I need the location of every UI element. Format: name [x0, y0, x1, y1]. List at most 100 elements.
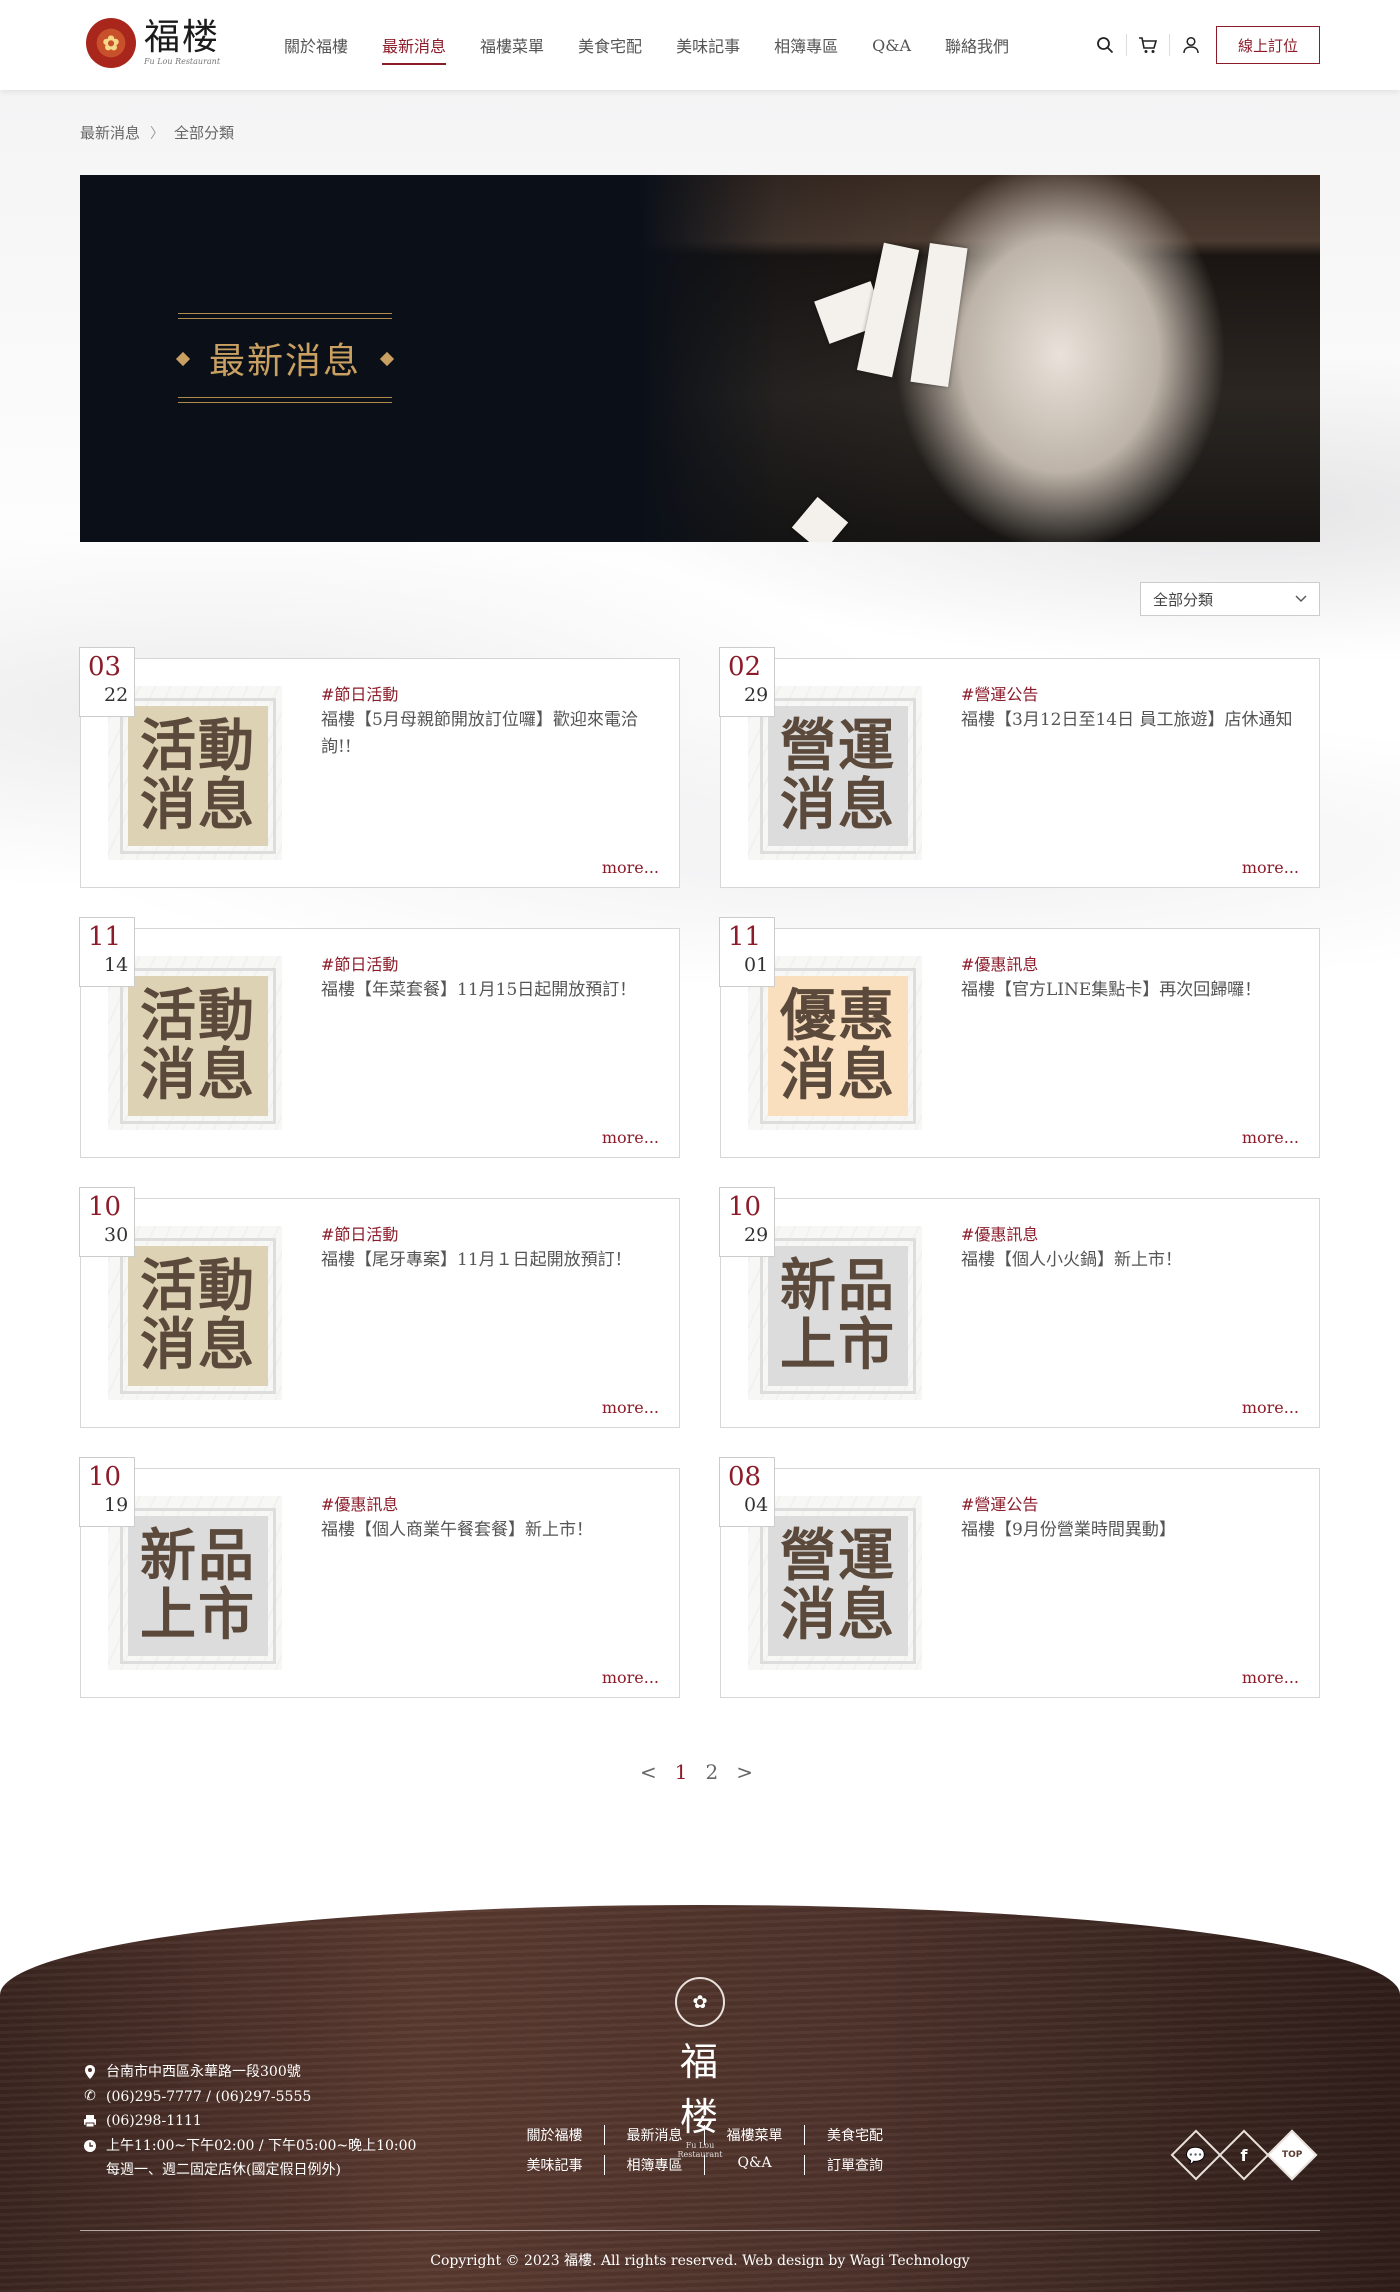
news-title[interactable]: 福樓【年菜套餐】11月15日起開放預訂！ — [321, 977, 661, 1004]
footer-link-stories[interactable]: 美味記事 — [505, 2155, 606, 2175]
footer-seal-icon: ✿ — [675, 1977, 725, 2027]
nav-item-delivery[interactable]: 美食宅配 — [578, 27, 642, 63]
news-day: 22 — [104, 684, 129, 706]
nav-item-contact[interactable]: 聯絡我們 — [945, 27, 1009, 63]
footer-link-orders[interactable]: 訂單查詢 — [805, 2155, 905, 2175]
banner-photo — [640, 175, 1320, 542]
news-date: 10 19 — [79, 1457, 135, 1527]
news-card[interactable]: 08 04 營運 消息 #營運公告 福樓【9月份營業時間異動】 more... — [719, 1457, 1320, 1698]
nav-item-menu[interactable]: 福樓菜單 — [480, 27, 544, 63]
footer-link-qa[interactable]: Q&A — [705, 2155, 806, 2175]
news-card[interactable]: 03 22 活動 消息 #節日活動 福樓【5月母親節開放訂位囉】歡迎來電洽詢!!… — [79, 647, 680, 888]
more-link[interactable]: more... — [1242, 858, 1299, 877]
more-link[interactable]: more... — [602, 858, 659, 877]
header-tools — [1090, 30, 1206, 60]
news-title[interactable]: 福樓【5月母親節開放訂位囉】歡迎來電洽詢!! — [321, 707, 661, 761]
news-title[interactable]: 福樓【3月12日至14日 員工旅遊】店休通知 — [961, 707, 1301, 734]
line-button[interactable]: 💬 — [1170, 2129, 1222, 2181]
more-link[interactable]: more... — [1242, 1668, 1299, 1687]
banner-title-frame: 最新消息 — [175, 313, 395, 403]
pagination-prev[interactable]: < — [640, 1760, 657, 1784]
order-ticket — [791, 496, 849, 542]
cart-icon[interactable] — [1133, 30, 1163, 60]
news-category[interactable]: #優惠訊息 — [321, 1491, 398, 1515]
footer-link-about[interactable]: 關於福樓 — [505, 2125, 606, 2145]
category-select[interactable]: 全部分類 — [1140, 582, 1320, 616]
thumbnail-frame: 活動 消息 — [120, 968, 276, 1124]
thumbnail-label: 活動 消息 — [128, 1246, 268, 1386]
footer-link-news[interactable]: 最新消息 — [605, 2125, 706, 2145]
diamond-ornament-icon — [175, 351, 191, 367]
thumbnail-frame: 活動 消息 — [120, 1238, 276, 1394]
news-day: 30 — [104, 1224, 129, 1246]
user-icon[interactable] — [1176, 30, 1206, 60]
thumbnail-line-1: 活動 — [140, 1253, 256, 1320]
more-link[interactable]: more... — [1242, 1398, 1299, 1417]
facebook-button[interactable]: f — [1218, 2129, 1270, 2181]
thumbnail-line-2: 上市 — [780, 1312, 896, 1378]
thumbnail-label: 新品 上市 — [768, 1246, 908, 1386]
footer-link-albums[interactable]: 相簿專區 — [605, 2155, 706, 2175]
news-month: 10 — [728, 1192, 762, 1222]
thumbnail-line-1: 活動 — [140, 983, 256, 1050]
news-category[interactable]: #節日活動 — [321, 951, 398, 975]
thumbnail-frame: 營運 消息 — [760, 1508, 916, 1664]
nav-item-albums[interactable]: 相簿專區 — [774, 27, 838, 63]
search-icon[interactable] — [1090, 30, 1120, 60]
category-select-value: 全部分類 — [1153, 590, 1214, 609]
copyright: Copyright © 2023 福樓. All rights reserved… — [430, 2253, 970, 2269]
thumbnail-line-1: 活動 — [140, 713, 256, 780]
more-link[interactable]: more... — [1242, 1128, 1299, 1147]
pagination-page-1[interactable]: 1 — [675, 1760, 688, 1784]
more-link[interactable]: more... — [602, 1398, 659, 1417]
brand-subtitle: Fu Lou Restaurant — [144, 57, 221, 66]
brand-logo[interactable]: ✿ 福楼 Fu Lou Restaurant — [86, 18, 220, 68]
news-title[interactable]: 福樓【個人商業午餐套餐】新上市！ — [321, 1517, 661, 1544]
news-title[interactable]: 福樓【官方LINE集點卡】再次回歸囉！ — [961, 977, 1301, 1004]
thumbnail-label: 活動 消息 — [128, 976, 268, 1116]
news-title[interactable]: 福樓【尾牙專案】11月１日起開放預訂！ — [321, 1247, 661, 1274]
news-category[interactable]: #優惠訊息 — [961, 1221, 1038, 1245]
news-card[interactable]: 11 14 活動 消息 #節日活動 福樓【年菜套餐】11月15日起開放預訂！ m… — [79, 917, 680, 1158]
news-card[interactable]: 10 19 新品 上市 #優惠訊息 福樓【個人商業午餐套餐】新上市！ more.… — [79, 1457, 680, 1698]
nav-item-stories[interactable]: 美味記事 — [676, 27, 740, 63]
more-link[interactable]: more... — [602, 1128, 659, 1147]
news-category[interactable]: #節日活動 — [321, 681, 398, 705]
news-card[interactable]: 10 29 新品 上市 #優惠訊息 福樓【個人小火鍋】新上市！ more... — [719, 1187, 1320, 1428]
page-banner: 最新消息 — [80, 175, 1320, 542]
reserve-button[interactable]: 線上訂位 — [1216, 26, 1320, 64]
pagination: < 1 2 > — [640, 1760, 753, 1784]
footer-link-menu[interactable]: 福樓菜單 — [705, 2125, 806, 2145]
nav-item-about[interactable]: 關於福樓 — [284, 27, 348, 63]
news-date: 03 22 — [79, 647, 135, 717]
breadcrumb-item-news[interactable]: 最新消息 — [80, 122, 140, 143]
news-title[interactable]: 福樓【9月份營業時間異動】 — [961, 1517, 1301, 1544]
nav-item-qa[interactable]: Q&A — [872, 30, 911, 61]
back-to-top-button[interactable]: TOP — [1266, 2129, 1318, 2181]
pagination-page-2[interactable]: 2 — [706, 1760, 719, 1784]
news-title[interactable]: 福樓【個人小火鍋】新上市！ — [961, 1247, 1301, 1274]
phone-icon: ✆ — [84, 2088, 96, 2105]
facebook-icon: f — [1240, 2145, 1248, 2165]
footer-hours: 上午11:00~下午02:00 / 下午05:00~晚上10:00 — [106, 2137, 417, 2154]
news-card[interactable]: 10 30 活動 消息 #節日活動 福樓【尾牙專案】11月１日起開放預訂！ mo… — [79, 1187, 680, 1428]
more-link[interactable]: more... — [602, 1668, 659, 1687]
news-month: 10 — [88, 1192, 122, 1222]
footer-phone[interactable]: (06)295-7777 / (06)297-5555 — [106, 2085, 311, 2110]
fax-icon — [82, 2109, 98, 2133]
news-date: 08 04 — [719, 1457, 775, 1527]
news-card[interactable]: 02 29 營運 消息 #營運公告 福樓【3月12日至14日 員工旅遊】店休通知… — [719, 647, 1320, 888]
news-category[interactable]: #優惠訊息 — [961, 951, 1038, 975]
pagination-next[interactable]: > — [736, 1760, 753, 1784]
news-category[interactable]: #節日活動 — [321, 1221, 398, 1245]
nav-item-news[interactable]: 最新消息 — [382, 27, 447, 65]
news-category[interactable]: #營運公告 — [961, 1491, 1038, 1515]
thumbnail-label: 優惠 消息 — [768, 976, 908, 1116]
news-card[interactable]: 11 01 優惠 消息 #優惠訊息 福樓【官方LINE集點卡】再次回歸囉！ mo… — [719, 917, 1320, 1158]
footer-link-delivery[interactable]: 美食宅配 — [805, 2125, 905, 2145]
news-category[interactable]: #營運公告 — [961, 681, 1038, 705]
thumbnail-line-1: 優惠 — [780, 983, 896, 1050]
news-date: 02 29 — [719, 647, 775, 717]
thumbnail-line-1: 營運 — [780, 713, 896, 780]
location-pin-icon — [82, 2060, 98, 2084]
